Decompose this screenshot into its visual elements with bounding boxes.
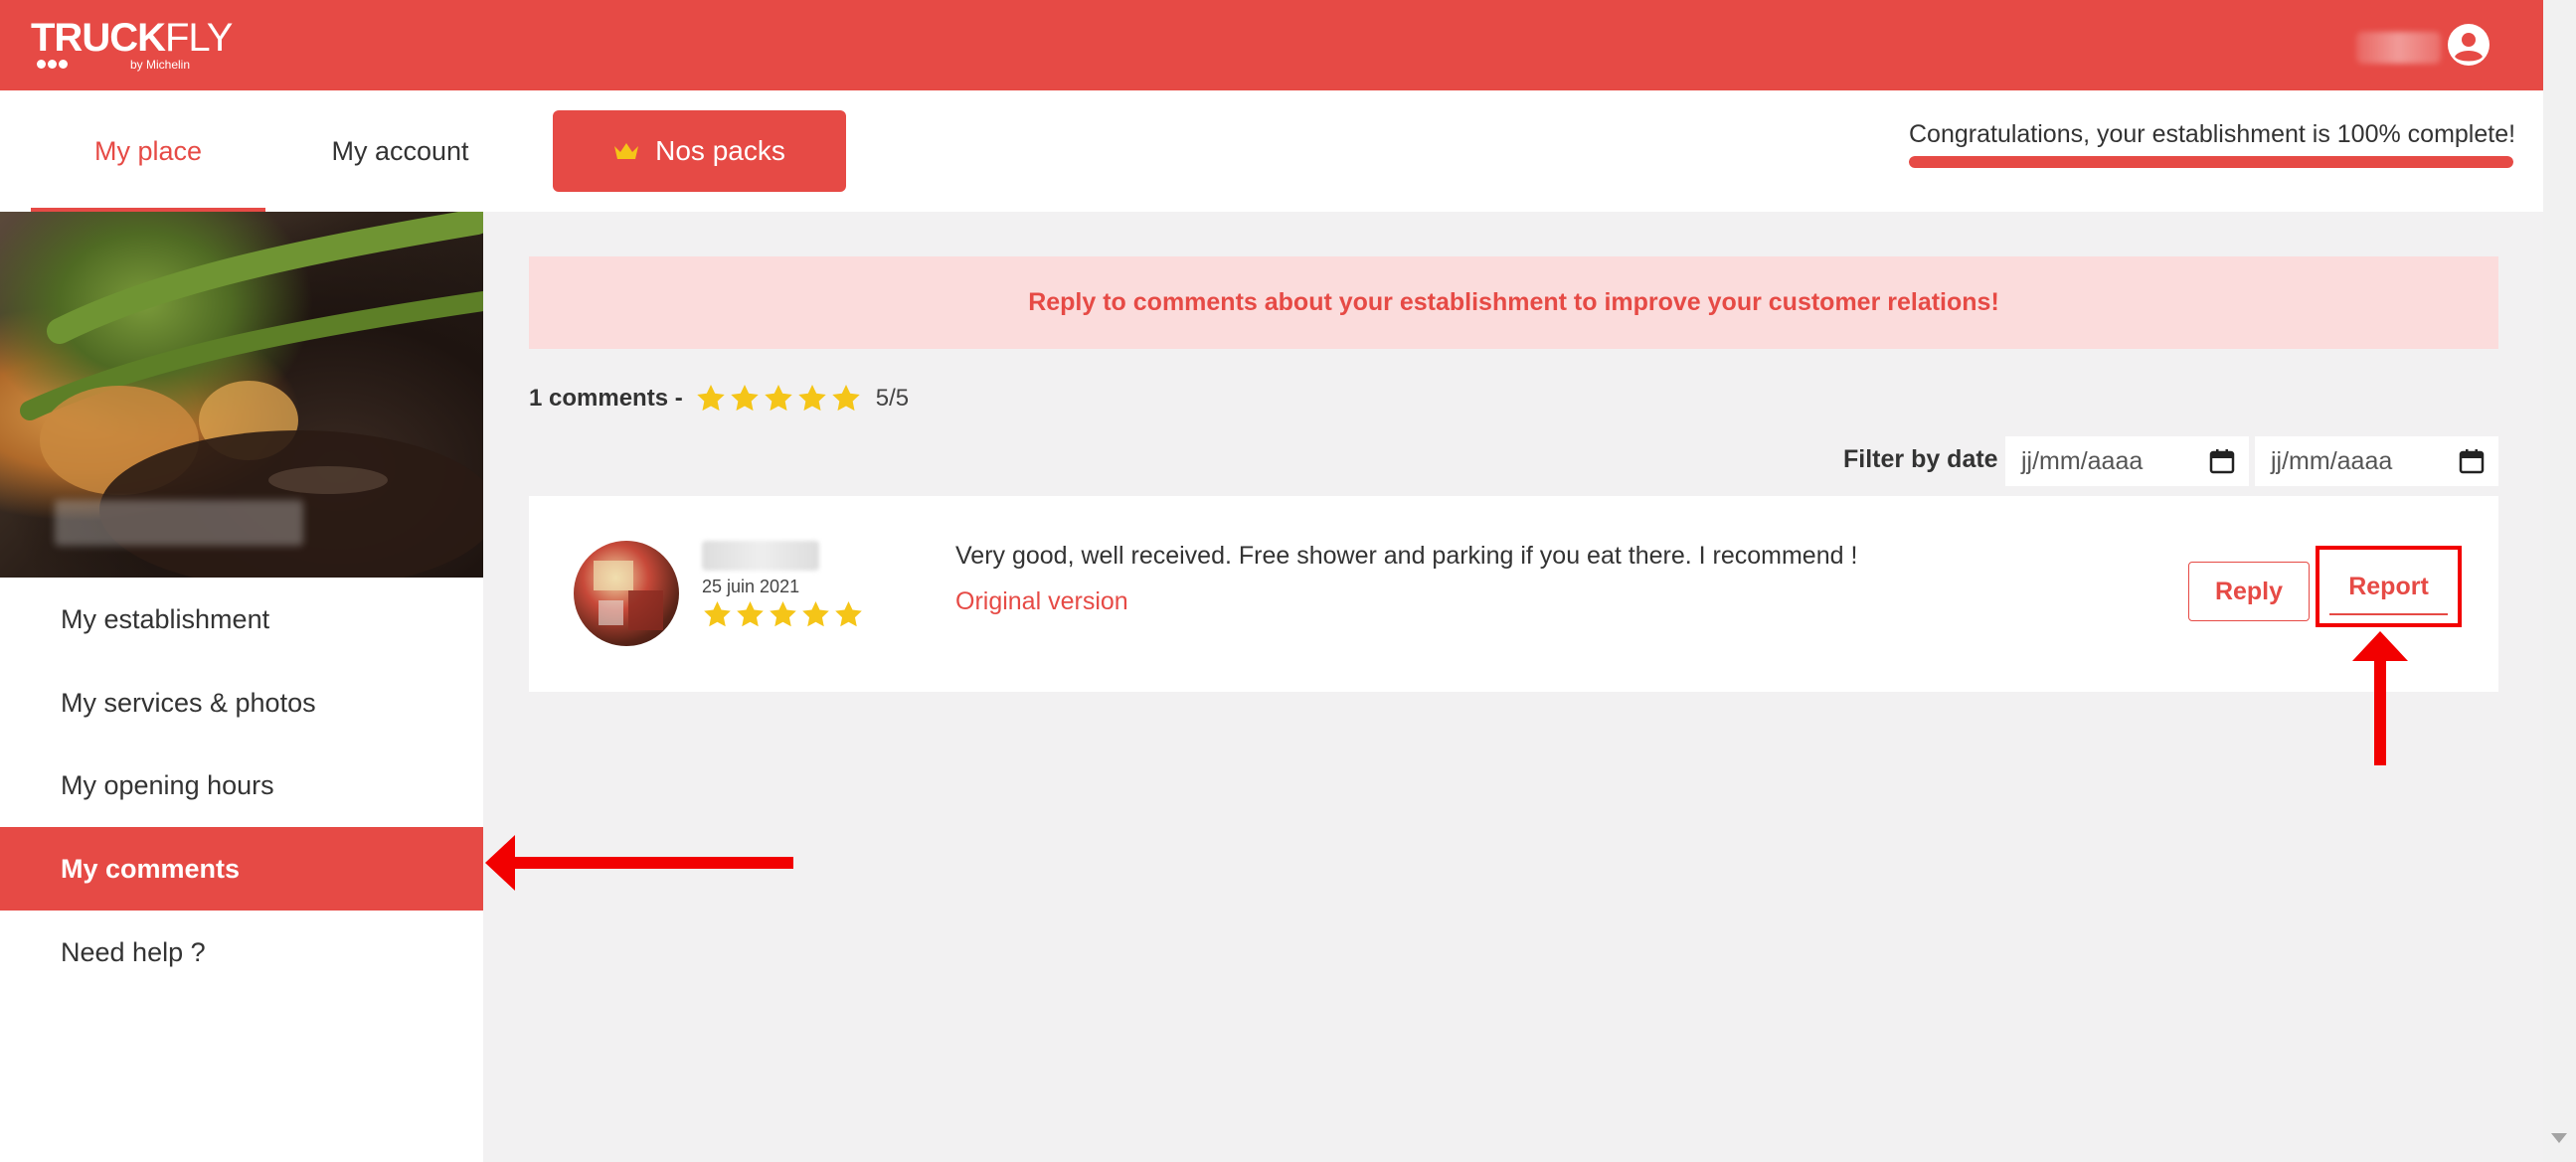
star-icon [797,385,826,412]
star-icon [737,600,764,627]
commenter-avatar [574,541,679,646]
establishment-name-blurred [55,500,303,546]
star-icon [770,600,796,627]
nos-packs-button[interactable]: Nos packs [553,110,846,192]
tab-my-account[interactable]: My account [298,90,502,212]
report-button[interactable]: Report [2316,546,2462,627]
logo-subtitle: by Michelin [130,58,191,72]
comments-count: 1 comments - [529,385,683,412]
scroll-down-arrow-icon[interactable] [2551,1133,2567,1143]
original-version-link[interactable]: Original version [955,587,1128,616]
star-icon [831,385,860,412]
comment-text: Very good, well received. Free shower an… [955,542,1858,570]
calendar-icon[interactable] [2459,448,2485,474]
star-icon [730,385,759,412]
star-icon [802,600,829,627]
annotation-arrow-left [485,835,793,891]
comment-date: 25 juin 2021 [702,577,800,596]
sidebar-item-need-help[interactable]: Need help ? [0,911,483,994]
rating-score: 5/5 [875,385,910,412]
logo-dots [37,56,70,74]
sidebar-item-my-establishment[interactable]: My establishment [0,578,483,661]
sidebar-item-my-opening-hours[interactable]: My opening hours [0,744,483,827]
avatar-photo [594,561,663,630]
crown-icon [614,143,639,159]
date-from-input[interactable]: jj/mm/aaaa [2005,436,2249,486]
info-banner: Reply to comments about your establishme… [529,256,2498,349]
comments-summary: 1 comments - 5/5 [529,381,909,416]
main-nav: My place My account Nos packs Congratula… [0,90,2543,212]
top-bar: TRUCKFLY by Michelin [0,0,2543,90]
comment-rating-stars [702,599,864,630]
star-icon [704,600,731,627]
annotation-arrow-up [2352,631,2408,765]
calendar-icon[interactable] [2209,448,2235,474]
establishment-photo [0,212,483,578]
date-to-placeholder: jj/mm/aaaa [2271,446,2393,475]
star-icon [764,385,792,412]
sidebar: My establishment My services & photos My… [0,212,483,1162]
sidebar-item-my-comments[interactable]: My comments [0,827,483,911]
date-to-input[interactable]: jj/mm/aaaa [2255,436,2498,486]
summary-rating-stars [695,383,862,415]
reply-button[interactable]: Reply [2188,562,2310,621]
completion-text: Congratulations, your establishment is 1… [1909,120,2516,148]
commenter-name-blurred [702,541,819,571]
date-from-placeholder: jj/mm/aaaa [2021,446,2144,475]
page-scrollbar[interactable] [2543,0,2576,1162]
tab-my-place[interactable]: My place [31,90,265,212]
logo-text: TRUCKFLY [31,16,233,60]
completion-progress-fill [1909,156,2513,168]
filter-by-date-label: Filter by date : [1843,445,2013,473]
user-name-blurred [2356,32,2441,64]
comment-card: 25 juin 2021 Very good, well received. F… [529,496,2498,692]
sidebar-item-my-services-photos[interactable]: My services & photos [0,661,483,745]
truckfly-logo[interactable]: TRUCKFLY by Michelin [31,16,233,74]
completion-progress-bar [1909,156,2513,168]
star-icon [835,600,862,627]
user-account-icon[interactable] [2447,23,2490,67]
nos-packs-label: Nos packs [655,135,785,166]
star-icon [696,385,725,412]
